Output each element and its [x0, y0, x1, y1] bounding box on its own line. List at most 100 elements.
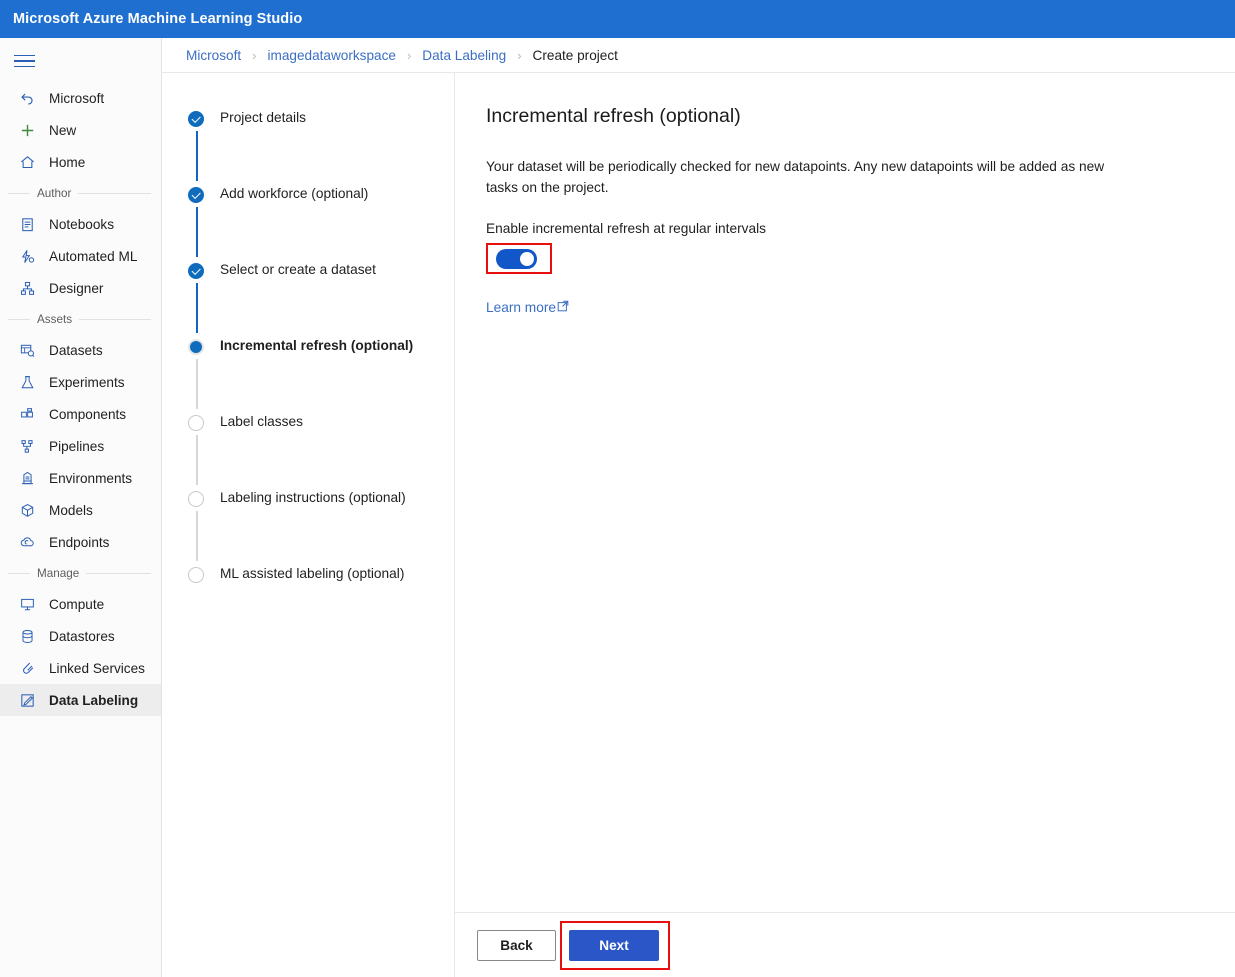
step-completed-check-icon — [188, 263, 204, 279]
wizard-step-label-classes[interactable]: Label classes — [162, 413, 454, 489]
sidebar-item-linked-services[interactable]: Linked Services — [0, 652, 161, 684]
next-button[interactable]: Next — [569, 930, 659, 961]
step-pending-indicator-icon — [188, 491, 204, 507]
toggle-field-label: Enable incremental refresh at regular in… — [486, 221, 1235, 236]
sidebar-item-label: Data Labeling — [49, 693, 138, 708]
page-description: Your dataset will be periodically checke… — [486, 156, 1131, 198]
wizard-step-label: Label classes — [220, 413, 454, 431]
pipelines-icon — [18, 437, 36, 455]
wizard-step-ml-assisted-labeling[interactable]: ML assisted labeling (optional) — [162, 565, 454, 583]
sidebar-item-label: Environments — [49, 471, 132, 486]
back-arrow-icon — [18, 89, 36, 107]
notebook-icon — [18, 215, 36, 233]
wizard-footer: Back Next — [455, 912, 1235, 977]
main-content-panel: Incremental refresh (optional) Your data… — [455, 73, 1235, 912]
breadcrumb-item-microsoft[interactable]: Microsoft — [186, 48, 241, 63]
wizard-step-label: Project details — [220, 109, 454, 127]
sidebar-item-home[interactable]: Home — [0, 146, 161, 178]
breadcrumb-item-data-labeling[interactable]: Data Labeling — [422, 48, 506, 63]
endpoints-cloud-icon — [18, 533, 36, 551]
next-button-wrapper: Next — [560, 921, 670, 970]
sidebar-item-automated-ml[interactable]: Automated ML — [0, 240, 161, 272]
wizard-step-label: Labeling instructions (optional) — [220, 489, 454, 507]
sidebar-item-data-labeling[interactable]: Data Labeling — [0, 684, 161, 716]
wizard-step-label: Incremental refresh (optional) — [220, 337, 454, 355]
wizard-step-list: Project details Add workforce (optional)… — [162, 73, 455, 977]
sidebar-item-datasets[interactable]: Datasets — [0, 334, 161, 366]
sidebar-section-manage: Manage — [0, 558, 161, 588]
step-completed-check-icon — [188, 111, 204, 127]
learn-more-label: Learn more — [486, 300, 556, 315]
sidebar-section-assets: Assets — [0, 304, 161, 334]
wizard-step-label: Add workforce (optional) — [220, 185, 454, 203]
back-button[interactable]: Back — [477, 930, 556, 961]
wizard-step-project-details[interactable]: Project details — [162, 109, 454, 185]
designer-icon — [18, 279, 36, 297]
step-pending-indicator-icon — [188, 415, 204, 431]
sidebar-item-notebooks[interactable]: Notebooks — [0, 208, 161, 240]
sidebar-item-environments[interactable]: Environments — [0, 462, 161, 494]
sidebar-item-label: Linked Services — [49, 661, 145, 676]
sidebar-item-experiments[interactable]: Experiments — [0, 366, 161, 398]
sidebar-item-microsoft[interactable]: Microsoft — [0, 82, 161, 114]
sidebar-item-compute[interactable]: Compute — [0, 588, 161, 620]
incremental-refresh-toggle[interactable] — [496, 249, 537, 269]
sidebar-item-endpoints[interactable]: Endpoints — [0, 526, 161, 558]
app-header: Microsoft Azure Machine Learning Studio — [0, 0, 1235, 38]
sidebar-item-label: Compute — [49, 597, 104, 612]
sidebar-item-label: Home — [49, 155, 85, 170]
linked-services-icon — [18, 659, 36, 677]
wizard-step-label: ML assisted labeling (optional) — [220, 565, 454, 583]
sidebar-item-components[interactable]: Components — [0, 398, 161, 430]
data-labeling-pencil-icon — [18, 691, 36, 709]
sidebar-item-label: Models — [49, 503, 93, 518]
step-completed-check-icon — [188, 187, 204, 203]
components-icon — [18, 405, 36, 423]
sidebar-item-models[interactable]: Models — [0, 494, 161, 526]
step-connector — [196, 511, 198, 561]
breadcrumb-separator: › — [252, 48, 256, 63]
step-pending-indicator-icon — [188, 567, 204, 583]
hamburger-menu-icon[interactable] — [14, 44, 50, 78]
sidebar-item-label: Notebooks — [49, 217, 114, 232]
plus-icon — [18, 121, 36, 139]
environments-icon — [18, 469, 36, 487]
incremental-refresh-toggle-wrapper — [486, 243, 552, 274]
external-link-icon — [557, 300, 569, 315]
wizard-step-labeling-instructions[interactable]: Labeling instructions (optional) — [162, 489, 454, 565]
toggle-knob — [520, 252, 534, 266]
wizard-step-add-workforce[interactable]: Add workforce (optional) — [162, 185, 454, 261]
sidebar-item-label: Pipelines — [49, 439, 104, 454]
sidebar-item-label: Automated ML — [49, 249, 137, 264]
sidebar-item-label: Endpoints — [49, 535, 109, 550]
wizard-step-select-dataset[interactable]: Select or create a dataset — [162, 261, 454, 337]
sidebar-item-datastores[interactable]: Datastores — [0, 620, 161, 652]
sidebar-section-label: Manage — [37, 567, 79, 580]
sidebar-item-designer[interactable]: Designer — [0, 272, 161, 304]
sidebar-item-label: Microsoft — [49, 91, 104, 106]
breadcrumb-item-current: Create project — [533, 48, 618, 63]
breadcrumb-separator: › — [407, 48, 411, 63]
breadcrumb-item-workspace[interactable]: imagedataworkspace — [267, 48, 395, 63]
sidebar-item-label: Designer — [49, 281, 103, 296]
sidebar-item-label: Datastores — [49, 629, 115, 644]
sidebar-item-new[interactable]: New — [0, 114, 161, 146]
compute-monitor-icon — [18, 595, 36, 613]
page-title: Incremental refresh (optional) — [486, 105, 1235, 128]
breadcrumb: Microsoft › imagedataworkspace › Data La… — [162, 38, 1235, 73]
step-active-indicator-icon — [188, 339, 204, 355]
datasets-icon — [18, 341, 36, 359]
home-icon — [18, 153, 36, 171]
sidebar-item-label: New — [49, 123, 76, 138]
step-connector — [196, 207, 198, 257]
sidebar-section-author: Author — [0, 178, 161, 208]
sidebar-item-pipelines[interactable]: Pipelines — [0, 430, 161, 462]
breadcrumb-separator: › — [517, 48, 521, 63]
automated-ml-icon — [18, 247, 36, 265]
learn-more-link[interactable]: Learn more — [486, 300, 569, 315]
wizard-step-incremental-refresh[interactable]: Incremental refresh (optional) — [162, 337, 454, 413]
step-connector — [196, 359, 198, 409]
sidebar-item-label: Experiments — [49, 375, 125, 390]
step-connector — [196, 283, 198, 333]
step-connector — [196, 435, 198, 485]
